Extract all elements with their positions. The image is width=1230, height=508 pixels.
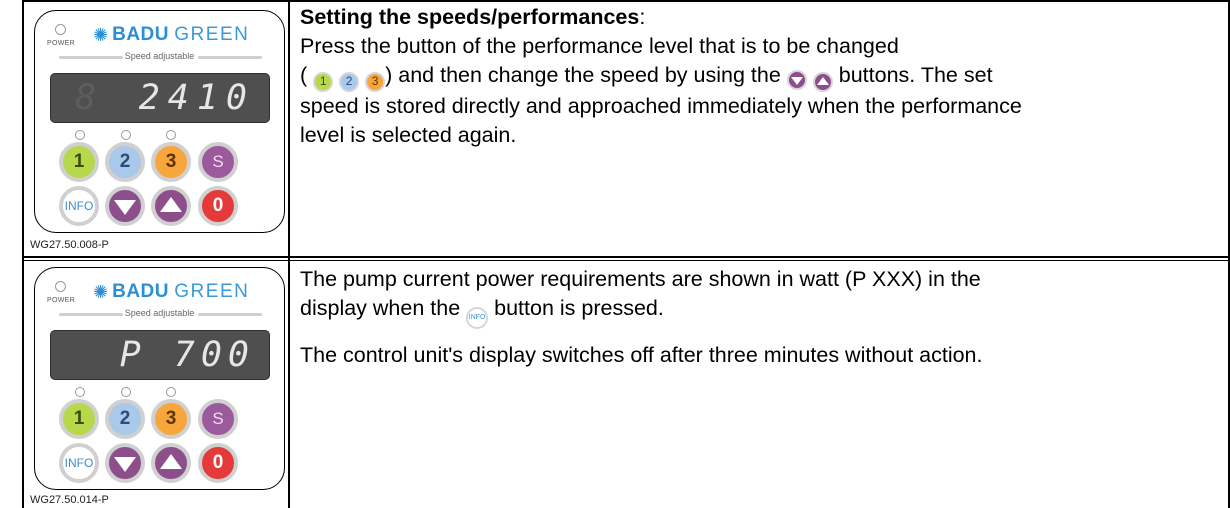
power-led-icon <box>55 24 66 35</box>
speed-adjustable-label: Speed adjustable <box>124 308 195 318</box>
display-ghost-digit: 8 <box>75 78 97 118</box>
inline-level3-button: 3 <box>365 71 386 92</box>
power-label: POWER <box>47 40 75 47</box>
seven-segment-display: P 700 <box>50 330 270 380</box>
badu-swirl-logo-icon: ✺ <box>93 25 109 45</box>
level3-led-icon <box>166 130 176 140</box>
instruction-line-2: ( 1 2 3) and then change the speed by us… <box>300 61 1210 92</box>
stop-button[interactable]: 0 <box>198 443 238 483</box>
speed-up-button[interactable] <box>151 186 191 226</box>
brand-logo: ✺ BADU GREEN <box>93 24 249 46</box>
row2-text-cell: The pump current power requirements are … <box>300 265 1210 370</box>
level1-led-icon <box>75 130 85 140</box>
figure-label: WG27.50.008-P <box>30 239 109 251</box>
speed-up-button[interactable] <box>151 443 191 483</box>
stop-button[interactable]: 0 <box>198 186 238 226</box>
instruction-mid: ) and then change the speed by using the <box>385 63 781 87</box>
level3-button[interactable]: 3 <box>151 399 191 439</box>
section-heading: Setting the speeds/performances <box>300 5 640 29</box>
instruction-line-4: level is selected again. <box>300 123 517 147</box>
brand-main: BADU <box>112 24 169 45</box>
brand-sub: GREEN <box>174 24 250 45</box>
row2-figure-cell: POWER ✺ BADU GREEN Speed adjustable P 700… <box>24 261 288 508</box>
level2-led-icon <box>121 387 131 397</box>
seven-segment-display: 8 2410 <box>50 73 270 123</box>
inline-arrow-up-icon <box>812 72 833 92</box>
display-off-note: The control unit's display switches off … <box>300 342 983 367</box>
arrow-down-icon <box>114 200 136 215</box>
brand-main: BADU <box>112 281 169 302</box>
speed-down-button[interactable] <box>105 186 145 226</box>
info-button[interactable]: INFO <box>59 186 99 226</box>
arrow-down-icon <box>114 457 136 472</box>
level3-button[interactable]: 3 <box>151 142 191 182</box>
inline-info-button: INFO <box>466 306 489 329</box>
row1-text-cell: Setting the speeds/performances: Press t… <box>300 3 1210 150</box>
s-button[interactable]: S <box>198 142 238 182</box>
speed-down-button[interactable] <box>105 443 145 483</box>
table-column-divider <box>288 0 290 508</box>
heading-colon: : <box>639 5 646 29</box>
instruction-end: buttons. The set <box>838 63 993 87</box>
arrow-up-icon <box>160 197 182 212</box>
power-label: POWER <box>47 297 75 304</box>
open-paren: ( <box>300 63 308 87</box>
level3-led-icon <box>166 387 176 397</box>
inline-level1-button: 1 <box>313 71 334 92</box>
power-led-icon <box>55 281 66 292</box>
instruction-line-1: Press the button of the performance leve… <box>300 34 899 58</box>
level1-button[interactable]: 1 <box>59 142 99 182</box>
inline-arrow-down-icon <box>786 70 807 90</box>
arrow-up-icon <box>160 454 182 469</box>
power-info-after: button is pressed. <box>494 296 664 320</box>
power-info-line-1: The pump current power requirements are … <box>300 267 981 291</box>
info-button[interactable]: INFO <box>59 443 99 483</box>
level1-led-icon <box>75 387 85 397</box>
power-info-line-2: display when the INFO button is pressed. <box>300 294 1210 329</box>
brand-logo: ✺ BADU GREEN <box>93 281 249 303</box>
s-button[interactable]: S <box>198 399 238 439</box>
instruction-line-3: speed is stored directly and approached … <box>300 94 1022 118</box>
level2-led-icon <box>121 130 131 140</box>
level2-button[interactable]: 2 <box>105 142 145 182</box>
level1-button[interactable]: 1 <box>59 399 99 439</box>
display-value: P 700 <box>119 335 255 375</box>
figure-label: WG27.50.014-P <box>30 494 109 506</box>
row1-figure-cell: POWER ✺ BADU GREEN Speed adjustable 8 241… <box>24 2 288 256</box>
control-unit-panel: POWER ✺ BADU GREEN Speed adjustable P 700… <box>34 267 285 490</box>
display-value: 2410 <box>138 78 255 118</box>
badu-swirl-logo-icon: ✺ <box>93 282 109 302</box>
level2-button[interactable]: 2 <box>105 399 145 439</box>
control-unit-panel: POWER ✺ BADU GREEN Speed adjustable 8 241… <box>34 10 285 233</box>
inline-level2-button: 2 <box>339 71 360 92</box>
brand-sub: GREEN <box>174 281 250 302</box>
speed-adjustable-label: Speed adjustable <box>124 51 195 61</box>
power-info-before: display when the <box>300 296 461 320</box>
table-row-divider <box>22 256 1230 258</box>
